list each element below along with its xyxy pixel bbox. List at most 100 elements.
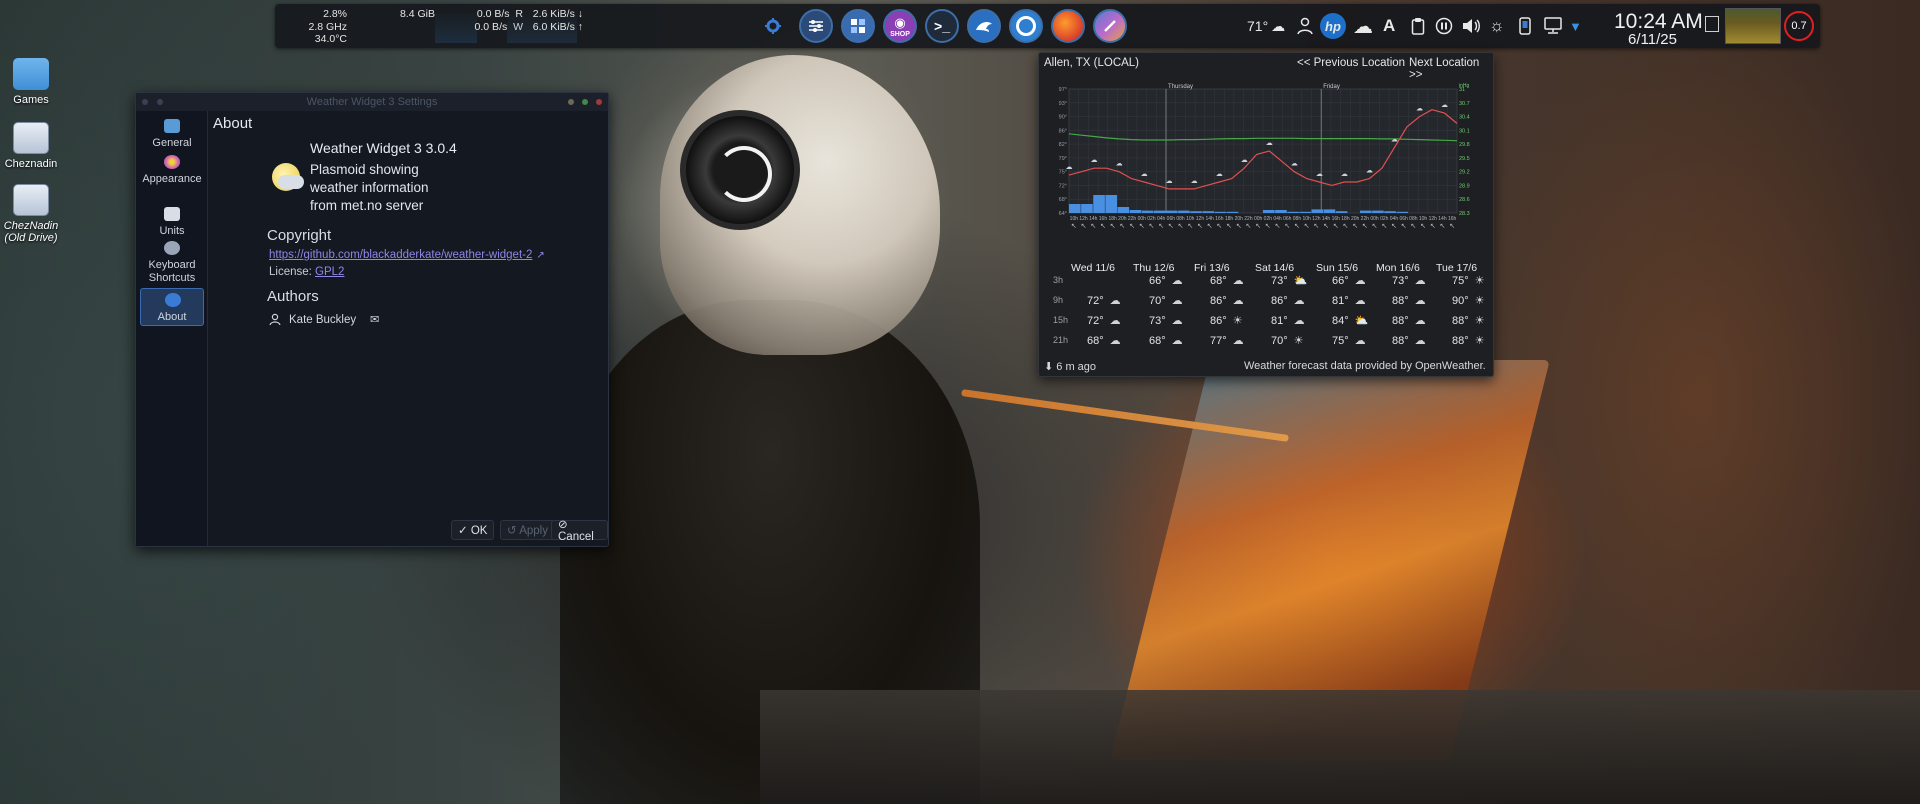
wind-arrow-icon: ↖	[1158, 222, 1164, 230]
weather-condition-icon: ☁	[1171, 335, 1183, 347]
previous-location-link[interactable]: << Previous Location	[1297, 57, 1405, 69]
desktop-icon-label: ChezNadin	[3, 220, 59, 232]
sidebar-item-units[interactable]: Units	[140, 203, 204, 237]
forecast-temperature: 86°	[1210, 294, 1227, 307]
hp-printer-icon[interactable]: hp	[1320, 13, 1346, 39]
wind-arrow-icon: ↖	[1119, 222, 1125, 230]
settings-sidebar: General Appearance Units Keyboard Shortc…	[136, 111, 208, 546]
forecast-temperature: 77°	[1210, 334, 1227, 347]
wind-arrow-icon: ↖	[1168, 222, 1174, 230]
font-manager-icon[interactable]: A	[1383, 14, 1395, 38]
cpu-load-gauge[interactable]: 0.7	[1784, 11, 1814, 41]
wind-arrow-icon: ↖	[1139, 222, 1145, 230]
author-name: Kate Buckley	[289, 313, 357, 326]
forecast-cell: 72° ☁	[1087, 294, 1147, 308]
weather-condition-icon: ☁	[1293, 295, 1305, 307]
download-arrow-icon: ↓	[577, 8, 583, 20]
close-button[interactable]	[596, 99, 602, 105]
sidebar-item-general[interactable]: General	[140, 115, 204, 149]
forecast-temperature: 88°	[1392, 334, 1409, 347]
kde-logo-icon[interactable]	[763, 14, 783, 38]
pager-thumbnail[interactable]	[1725, 8, 1781, 44]
memory-monitor[interactable]: 8.4 GiB	[375, 8, 435, 21]
desktop-icon-cheznadin[interactable]: Cheznadin	[0, 122, 62, 170]
sidebar-item-label: About	[157, 311, 187, 323]
store-label: SHOP	[890, 30, 910, 38]
cancel-button[interactable]: ⊘ Cancel	[551, 519, 608, 543]
precipitation-bar	[1081, 204, 1093, 213]
precipitation-bar	[1093, 195, 1105, 213]
sidebar-item-about[interactable]: About	[140, 288, 204, 326]
chart-y-tick-left: 93°	[1059, 101, 1067, 107]
weather-tray-button[interactable]: 71° ☁	[1247, 14, 1285, 38]
cloud-marker-icon: ☁	[1166, 177, 1173, 185]
launcher-settings-icon[interactable]	[799, 9, 833, 43]
window-menu-icon[interactable]	[142, 99, 148, 105]
launcher-store-icon[interactable]: ◉ SHOP	[883, 9, 917, 43]
chart-y-tick-left: 82°	[1059, 142, 1067, 148]
forecast-temperature: 75°	[1452, 274, 1469, 287]
sidebar-item-keyboard-shortcuts[interactable]: Keyboard Shortcuts	[140, 237, 204, 284]
cloud-sync-icon[interactable]: ☁	[1353, 14, 1373, 38]
network-icon[interactable]	[1543, 14, 1563, 38]
media-pause-icon[interactable]	[1435, 14, 1453, 38]
wind-arrow-icon: ↖	[1440, 222, 1446, 230]
precipitation-bar	[1335, 211, 1348, 213]
forecast-cell: 68° ☁	[1210, 274, 1270, 288]
precipitation-bar	[1069, 204, 1081, 213]
launcher-circle-app-icon[interactable]	[1009, 9, 1043, 43]
ok-button[interactable]: ✓ OK	[451, 520, 495, 540]
next-location-link[interactable]: Next Location >>	[1409, 57, 1493, 81]
dialog-titlebar[interactable]: Weather Widget 3 Settings	[136, 93, 608, 111]
forecast-temperature: 73°	[1149, 314, 1166, 327]
precipitation-bar	[1372, 210, 1384, 213]
forecast-cell: 86° ☁	[1271, 294, 1331, 308]
apply-button[interactable]: ↺ Apply	[500, 520, 555, 540]
external-link-icon[interactable]: ↗	[536, 250, 544, 261]
launcher-calculator-icon[interactable]	[841, 9, 875, 43]
desktop-icon-cheznadin-old-drive[interactable]: ChezNadin (Old Drive)	[0, 184, 62, 244]
clipboard-icon[interactable]	[1411, 14, 1425, 38]
pin-icon[interactable]	[157, 99, 163, 105]
wind-arrow-icon: ↖	[1352, 222, 1358, 230]
weather-condition-icon: ⛅	[1293, 275, 1308, 287]
license-link[interactable]: GPL2	[315, 266, 344, 278]
maximize-button[interactable]	[582, 99, 588, 105]
weather-condition-icon: ☁	[1232, 275, 1244, 287]
volume-icon[interactable]	[1461, 14, 1481, 38]
weather-location: Allen, TX (LOCAL)	[1044, 57, 1140, 69]
github-link[interactable]: https://github.com/blackadderkate/weathe…	[269, 249, 532, 261]
authors-heading: Authors	[267, 288, 319, 305]
wind-arrow-icon: ↖	[1284, 222, 1290, 230]
cpu-frequency: 2.8 GHz	[308, 20, 347, 33]
launcher-firefox-icon[interactable]	[1051, 9, 1085, 43]
forecast-temperature: 88°	[1452, 334, 1469, 347]
forecast-temperature: 86°	[1271, 294, 1288, 307]
minimize-button[interactable]	[568, 99, 574, 105]
brightness-icon[interactable]: ☼	[1489, 14, 1505, 38]
kdeconnect-phone-icon[interactable]	[1519, 14, 1531, 38]
wind-arrow-icon: ↖	[1236, 222, 1242, 230]
sidebar-item-appearance[interactable]: Appearance	[140, 151, 204, 199]
tray-expand-chevron-icon[interactable]: ▼	[1569, 14, 1582, 38]
cloud-marker-icon: ☁	[1391, 136, 1398, 144]
forecast-temperature: 73°	[1392, 274, 1409, 287]
network-monitor[interactable]: 2.6 KiB/s ↓ 6.0 KiB/s ↑	[503, 8, 583, 33]
cloud-marker-icon: ☁	[1366, 167, 1373, 175]
weather-condition-icon: ☀	[1232, 315, 1243, 327]
cpu-temperature: 34.0°C	[314, 33, 347, 45]
memory-usage: 8.4 GiB	[399, 8, 435, 20]
launcher-terminal-icon[interactable]: >_	[925, 9, 959, 43]
drive-document-icon	[13, 184, 49, 216]
clock-date[interactable]: 6/11/25	[1628, 31, 1677, 48]
cpu-monitor[interactable]: 2.8% 2.8 GHz 34.0°C	[301, 8, 347, 46]
launcher-dolphin-icon[interactable]	[967, 9, 1001, 43]
chart-y-tick-right: 29.8	[1459, 142, 1470, 148]
send-email-icon[interactable]: ✉	[370, 313, 379, 326]
user-icon[interactable]	[1297, 14, 1313, 38]
forecast-temperature: 72°	[1087, 314, 1104, 327]
forecast-cell: 73° ☁	[1149, 314, 1209, 328]
show-desktop-icon[interactable]	[1705, 16, 1719, 32]
desktop-icon-games[interactable]: Games	[0, 58, 62, 106]
launcher-paint-icon[interactable]	[1093, 9, 1127, 43]
